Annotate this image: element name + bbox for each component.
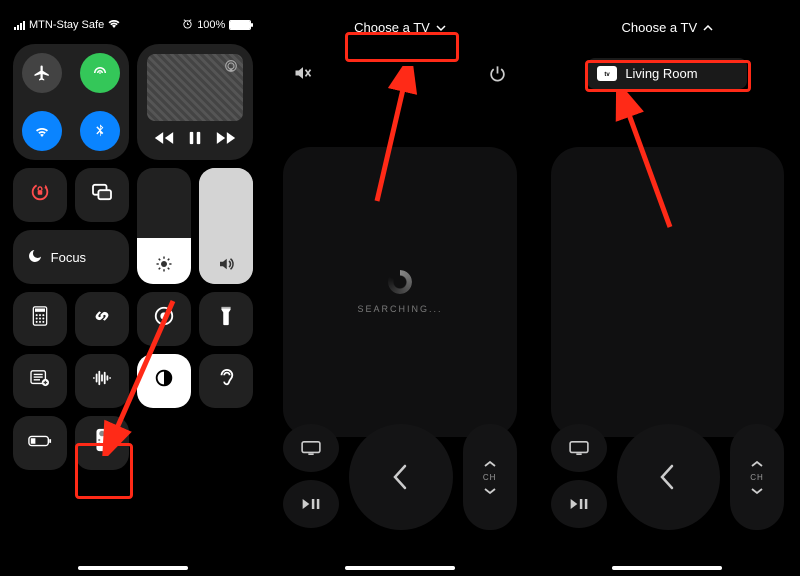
- speaker-icon: [199, 255, 253, 278]
- record-icon: [153, 305, 175, 333]
- media-artwork: [147, 54, 243, 121]
- sun-icon: [137, 255, 191, 278]
- chevron-down-icon: [484, 484, 496, 498]
- screenshot-2-remote-searching: Choose a TV SEARCHING...: [267, 0, 532, 576]
- hearing-tile[interactable]: [199, 354, 253, 408]
- cellular-data-toggle[interactable]: [80, 53, 120, 93]
- loading-spinner-icon: [388, 270, 412, 294]
- battery-percent: 100%: [197, 19, 225, 31]
- airplane-mode-toggle[interactable]: [22, 53, 62, 93]
- chevron-up-icon: [751, 457, 763, 471]
- media-player-group[interactable]: [137, 44, 253, 160]
- carrier-label: MTN-Stay Safe: [29, 19, 104, 31]
- searching-label: SEARCHING...: [357, 304, 442, 314]
- wifi-toggle[interactable]: [22, 111, 62, 151]
- calculator-tile[interactable]: [13, 292, 67, 346]
- highlight-box: [75, 443, 133, 499]
- brightness-slider[interactable]: [137, 168, 191, 284]
- calculator-icon: [31, 306, 49, 332]
- orientation-lock-icon: [29, 181, 51, 209]
- back-button[interactable]: [349, 424, 452, 530]
- channel-label: CH: [483, 473, 497, 482]
- sound-recognition-icon: [91, 369, 113, 393]
- home-indicator[interactable]: [78, 566, 188, 570]
- dark-mode-tile[interactable]: [137, 354, 191, 408]
- home-indicator[interactable]: [345, 566, 455, 570]
- pause-button[interactable]: [188, 131, 202, 150]
- low-power-tile[interactable]: [13, 416, 67, 470]
- sound-recognition-tile[interactable]: [75, 354, 129, 408]
- screenshot-3-remote-tv-selected: Choose a TV tv Living Room: [535, 0, 800, 576]
- forward-button[interactable]: [216, 131, 236, 150]
- mute-button[interactable]: [293, 64, 313, 88]
- remote-trackpad[interactable]: [551, 147, 784, 437]
- wifi-status-icon: [108, 18, 120, 32]
- status-bar: MTN-Stay Safe 100%: [0, 0, 265, 36]
- channel-label: CH: [750, 473, 764, 482]
- moon-icon: [27, 248, 43, 267]
- chevron-up-icon: [703, 20, 713, 35]
- screen-mirroring-icon: [91, 183, 113, 207]
- chevron-up-icon: [484, 457, 496, 471]
- volume-slider[interactable]: [199, 168, 253, 284]
- orientation-lock-tile[interactable]: [13, 168, 67, 222]
- battery-icon: [229, 20, 251, 30]
- focus-tile[interactable]: Focus: [13, 230, 129, 284]
- screenshot-1-control-center: MTN-Stay Safe 100%: [0, 0, 265, 576]
- focus-label: Focus: [51, 250, 86, 265]
- tv-app-button[interactable]: [283, 424, 339, 472]
- dark-mode-icon: [153, 367, 175, 395]
- highlight-box: [345, 32, 459, 62]
- flashlight-icon: [219, 305, 233, 333]
- rewind-button[interactable]: [154, 131, 174, 150]
- flashlight-tile[interactable]: [199, 292, 253, 346]
- tv-app-button[interactable]: [551, 424, 607, 472]
- cell-bars-icon: [14, 21, 25, 30]
- power-button[interactable]: [488, 64, 507, 88]
- low-power-icon: [28, 432, 52, 454]
- shazam-tile[interactable]: [75, 292, 129, 346]
- channel-rocker[interactable]: CH: [463, 424, 517, 530]
- screen-mirroring-tile[interactable]: [75, 168, 129, 222]
- hearing-icon: [217, 367, 235, 395]
- screen-record-tile[interactable]: [137, 292, 191, 346]
- chevron-down-icon: [751, 484, 763, 498]
- alarm-icon: [182, 18, 193, 32]
- remote-trackpad[interactable]: SEARCHING...: [283, 147, 516, 437]
- notes-icon: [30, 369, 50, 393]
- highlight-box: [585, 60, 751, 92]
- airplay-icon[interactable]: [223, 58, 239, 77]
- choose-tv-dropdown[interactable]: Choose a TV: [610, 14, 726, 41]
- channel-rocker[interactable]: CH: [730, 424, 784, 530]
- play-pause-button[interactable]: [283, 480, 339, 528]
- choose-tv-label: Choose a TV: [622, 20, 698, 35]
- connectivity-group[interactable]: [13, 44, 129, 160]
- shazam-icon: [91, 305, 113, 333]
- quick-note-tile[interactable]: [13, 354, 67, 408]
- play-pause-button[interactable]: [551, 480, 607, 528]
- bluetooth-toggle[interactable]: [80, 111, 120, 151]
- back-button[interactable]: [617, 424, 720, 530]
- home-indicator[interactable]: [612, 566, 722, 570]
- control-center-grid: Focus: [0, 36, 265, 470]
